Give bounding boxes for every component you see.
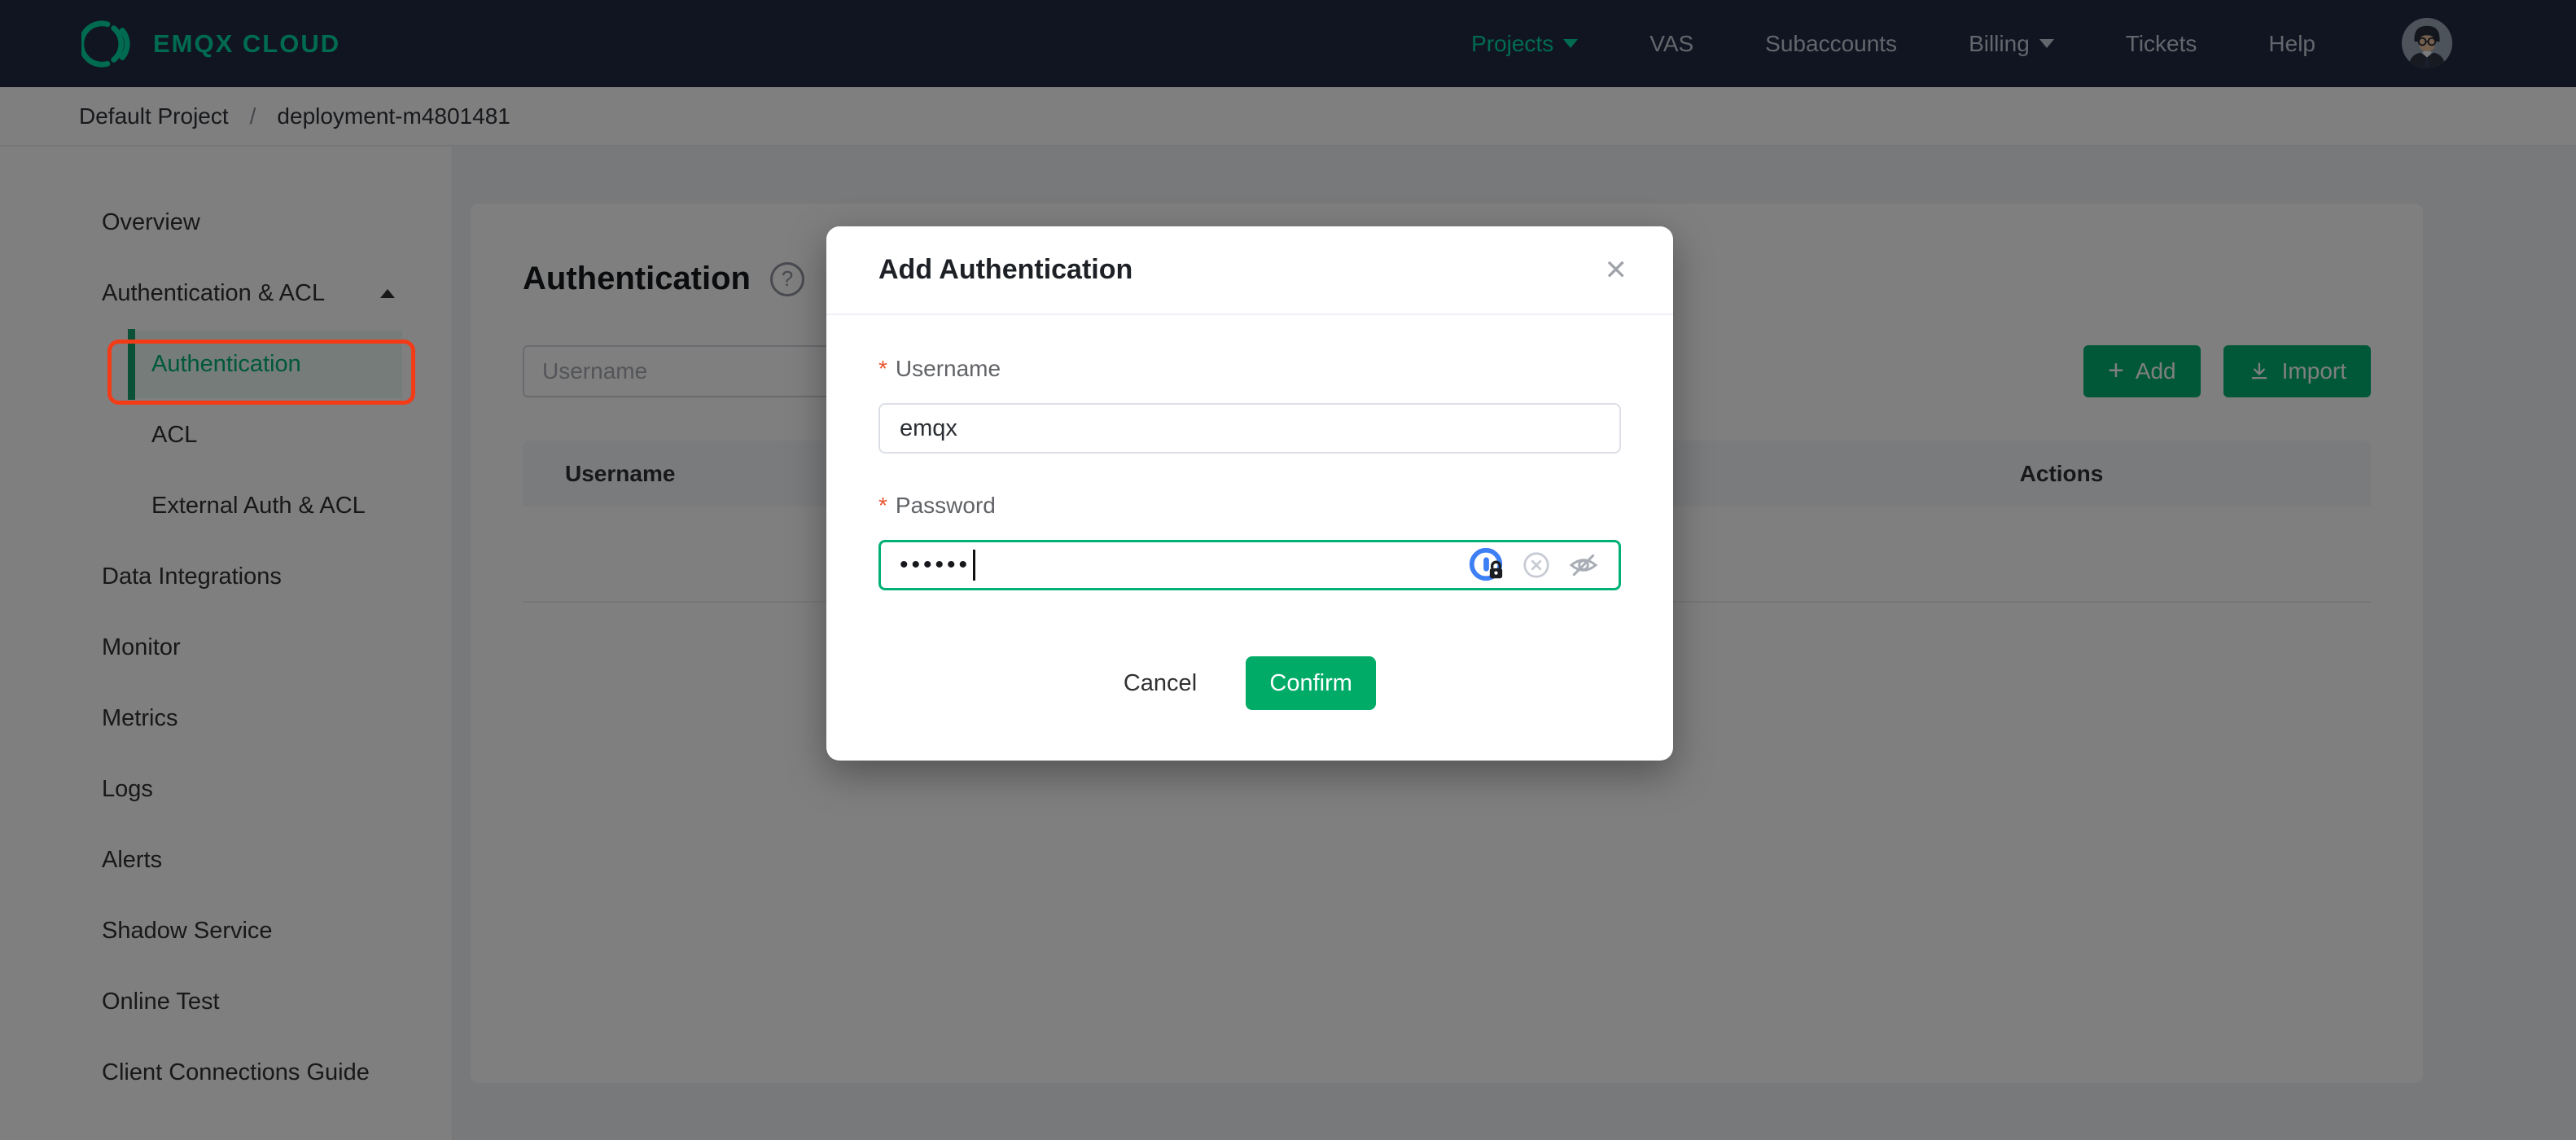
username-field-label: * Username <box>878 354 1621 384</box>
dialog-title: Add Authentication <box>878 254 1133 285</box>
password-input[interactable]: •••••• <box>878 540 1621 590</box>
username-input-wrapper <box>878 403 1621 454</box>
password-field-label: * Password <box>878 491 1621 520</box>
dialog-header: Add Authentication ✕ <box>826 226 1673 315</box>
clear-icon[interactable] <box>1522 550 1551 580</box>
add-authentication-dialog: Add Authentication ✕ * Username * Passwo… <box>826 226 1673 761</box>
close-icon[interactable]: ✕ <box>1605 256 1628 284</box>
username-input[interactable] <box>900 414 1600 442</box>
dialog-body: * Username * Password •••••• <box>826 315 1673 590</box>
dialog-footer: Cancel Confirm <box>826 656 1673 710</box>
confirm-button[interactable]: Confirm <box>1246 656 1377 710</box>
password-manager-icon[interactable] <box>1468 546 1505 584</box>
cancel-button[interactable]: Cancel <box>1124 670 1197 697</box>
eye-off-icon[interactable] <box>1567 549 1600 581</box>
password-masked-value: •••••• <box>900 551 971 578</box>
required-marker: * <box>878 356 887 381</box>
required-marker: * <box>878 493 887 518</box>
text-cursor <box>973 550 976 581</box>
